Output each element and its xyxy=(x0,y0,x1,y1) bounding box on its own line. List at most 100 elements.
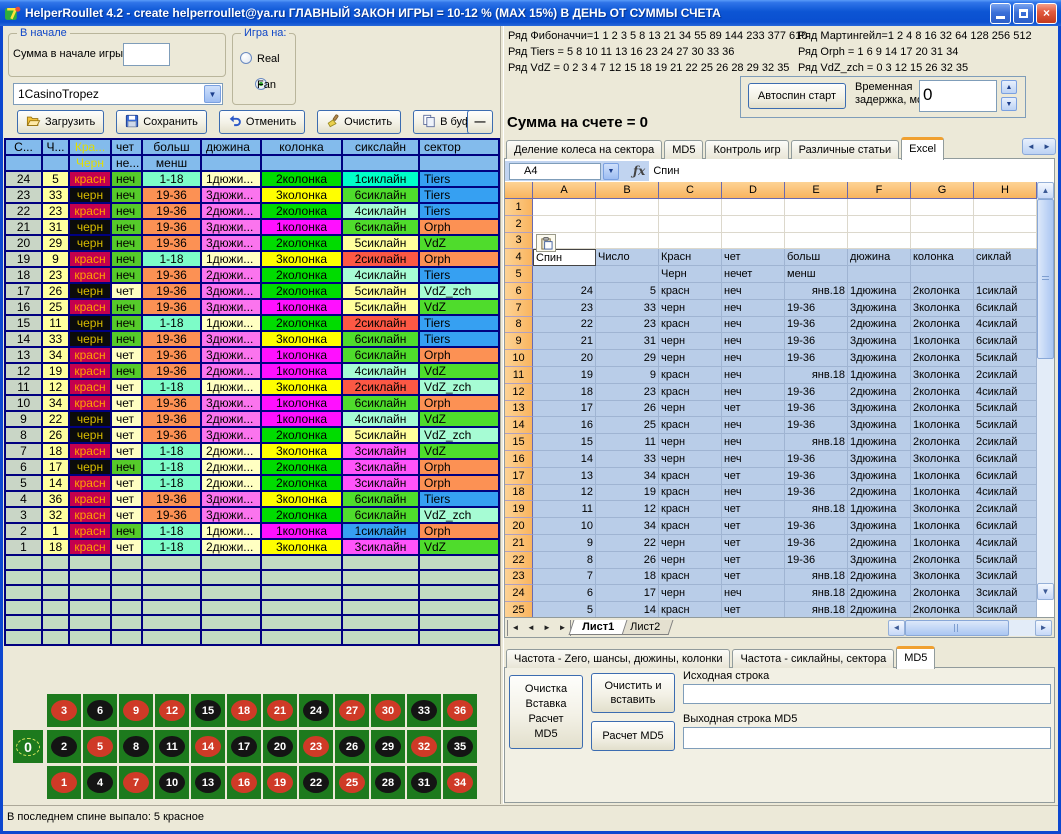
excel-row-header[interactable]: 9 xyxy=(505,333,533,350)
excel-cell-G18[interactable]: 1колонка xyxy=(911,485,974,502)
excel-cell-A17[interactable]: 13 xyxy=(533,468,596,485)
toolbar-button-2[interactable]: Отменить xyxy=(219,110,305,134)
excel-cell-A25[interactable]: 5 xyxy=(533,602,596,617)
excel-grid[interactable]: ABCDEFGH 1234СпинЧислоКраснчетбольшдюжин… xyxy=(505,182,1037,617)
tab-3[interactable]: Различные статьи xyxy=(791,140,900,159)
excel-cell-D10[interactable]: неч xyxy=(722,350,785,367)
spin-up-icon[interactable]: ▲ xyxy=(1001,80,1017,94)
excel-cell-E5[interactable]: менш xyxy=(785,266,848,283)
excel-row-header[interactable]: 17 xyxy=(505,468,533,485)
excel-cell-B2[interactable] xyxy=(596,216,659,233)
excel-cell-E23[interactable]: янв.18 xyxy=(785,569,848,586)
excel-cell-C9[interactable]: черн xyxy=(659,333,722,350)
excel-row-header[interactable]: 13 xyxy=(505,401,533,418)
excel-cell-F11[interactable]: 1дюжина xyxy=(848,367,911,384)
excel-cell-A10[interactable]: 20 xyxy=(533,350,596,367)
excel-col-header-B[interactable]: B xyxy=(596,182,659,199)
excel-cell-H24[interactable]: 3сиклай xyxy=(974,585,1037,602)
excel-cell-C21[interactable]: черн xyxy=(659,535,722,552)
paste-options-button[interactable] xyxy=(536,234,556,252)
excel-cell-F10[interactable]: 3дюжина xyxy=(848,350,911,367)
casino-select[interactable]: 1CasinoTropez ▼ xyxy=(13,83,223,105)
excel-row-header[interactable]: 18 xyxy=(505,485,533,502)
excel-cell-A8[interactable]: 22 xyxy=(533,317,596,334)
excel-cell-F16[interactable]: 3дюжина xyxy=(848,451,911,468)
excel-col-header-G[interactable]: G xyxy=(911,182,974,199)
roulette-number-14[interactable]: 14 xyxy=(191,730,225,763)
excel-cell-F1[interactable] xyxy=(848,199,911,216)
md5-clear-paste-calc-button[interactable]: Очистка Вставка Расчет MD5 xyxy=(509,675,583,749)
excel-cell-F24[interactable]: 2дюжина xyxy=(848,585,911,602)
excel-cell-B11[interactable]: 9 xyxy=(596,367,659,384)
excel-cell-C6[interactable]: красн xyxy=(659,283,722,300)
toolbar-button-0[interactable]: Загрузить xyxy=(17,110,104,134)
excel-cell-F25[interactable]: 2дюжина xyxy=(848,602,911,617)
roulette-number-29[interactable]: 29 xyxy=(371,730,405,763)
excel-cell-D8[interactable]: неч xyxy=(722,317,785,334)
roulette-number-8[interactable]: 8 xyxy=(119,730,153,763)
vscroll-track[interactable] xyxy=(1037,359,1054,583)
roulette-number-1[interactable]: 1 xyxy=(47,766,81,799)
excel-cell-B16[interactable]: 33 xyxy=(596,451,659,468)
toolbar-button-3[interactable]: Очистить xyxy=(317,110,401,134)
excel-cell-C7[interactable]: черн xyxy=(659,300,722,317)
excel-row-header[interactable]: 2 xyxy=(505,216,533,233)
excel-cell-A24[interactable]: 6 xyxy=(533,585,596,602)
excel-cell-F20[interactable]: 3дюжина xyxy=(848,518,911,535)
excel-cell-D16[interactable]: неч xyxy=(722,451,785,468)
excel-cell-D6[interactable]: неч xyxy=(722,283,785,300)
md5-clear-and-paste-button[interactable]: Очистить и вставить xyxy=(591,673,675,713)
excel-cell-D21[interactable]: чет xyxy=(722,535,785,552)
roulette-number-17[interactable]: 17 xyxy=(227,730,261,763)
excel-cell-H10[interactable]: 5сиклай xyxy=(974,350,1037,367)
excel-cell-C24[interactable]: черн xyxy=(659,585,722,602)
roulette-number-27[interactable]: 27 xyxy=(335,694,369,727)
excel-col-header-F[interactable]: F xyxy=(848,182,911,199)
excel-cell-B15[interactable]: 11 xyxy=(596,434,659,451)
tab-scroll-right-icon[interactable]: ► xyxy=(1039,139,1055,154)
excel-cell-A5[interactable] xyxy=(533,266,596,283)
excel-cell-E11[interactable]: янв.18 xyxy=(785,367,848,384)
excel-cell-H5[interactable] xyxy=(974,266,1037,283)
excel-cell-G1[interactable] xyxy=(911,199,974,216)
excel-cell-H17[interactable]: 6сиклай xyxy=(974,468,1037,485)
excel-cell-C5[interactable]: Черн xyxy=(659,266,722,283)
tab-0[interactable]: Деление колеса на сектора xyxy=(506,140,662,159)
excel-cell-E25[interactable]: янв.18 xyxy=(785,602,848,617)
roulette-number-20[interactable]: 20 xyxy=(263,730,297,763)
excel-cell-F5[interactable] xyxy=(848,266,911,283)
excel-cell-C23[interactable]: красн xyxy=(659,569,722,586)
sheet-prev-icon[interactable]: ◄ xyxy=(523,620,539,636)
excel-cell-E7[interactable]: 19-36 xyxy=(785,300,848,317)
scroll-down-icon[interactable]: ▼ xyxy=(1037,583,1054,600)
excel-cell-B4[interactable]: Число xyxy=(596,249,659,266)
roulette-number-32[interactable]: 32 xyxy=(407,730,441,763)
excel-cell-B10[interactable]: 29 xyxy=(596,350,659,367)
roulette-number-7[interactable]: 7 xyxy=(119,766,153,799)
excel-cell-G21[interactable]: 1колонка xyxy=(911,535,974,552)
excel-cell-C1[interactable] xyxy=(659,199,722,216)
excel-cell-G17[interactable]: 1колонка xyxy=(911,468,974,485)
excel-cell-C14[interactable]: красн xyxy=(659,417,722,434)
bottom-tab-1[interactable]: Частота - сиклайны, сектора xyxy=(732,649,894,668)
roulette-number-18[interactable]: 18 xyxy=(227,694,261,727)
toolbar-button-1[interactable]: Сохранить xyxy=(116,110,207,134)
excel-cell-D12[interactable]: неч xyxy=(722,384,785,401)
excel-cell-A20[interactable]: 10 xyxy=(533,518,596,535)
excel-cell-E6[interactable]: янв.18 xyxy=(785,283,848,300)
excel-cell-A22[interactable]: 8 xyxy=(533,552,596,569)
roulette-number-6[interactable]: 6 xyxy=(83,694,117,727)
excel-cell-H20[interactable]: 6сиклай xyxy=(974,518,1037,535)
excel-cell-H12[interactable]: 4сиклай xyxy=(974,384,1037,401)
roulette-number-31[interactable]: 31 xyxy=(407,766,441,799)
excel-cell-G4[interactable]: колонка xyxy=(911,249,974,266)
excel-cell-F2[interactable] xyxy=(848,216,911,233)
excel-cell-D15[interactable]: неч xyxy=(722,434,785,451)
excel-cell-H14[interactable]: 5сиклай xyxy=(974,417,1037,434)
excel-cell-A11[interactable]: 19 xyxy=(533,367,596,384)
excel-cell-A6[interactable]: 24 xyxy=(533,283,596,300)
excel-cell-H21[interactable]: 4сиклай xyxy=(974,535,1037,552)
close-button[interactable]: × xyxy=(1036,3,1057,24)
excel-cell-G7[interactable]: 3колонка xyxy=(911,300,974,317)
excel-cell-B22[interactable]: 26 xyxy=(596,552,659,569)
